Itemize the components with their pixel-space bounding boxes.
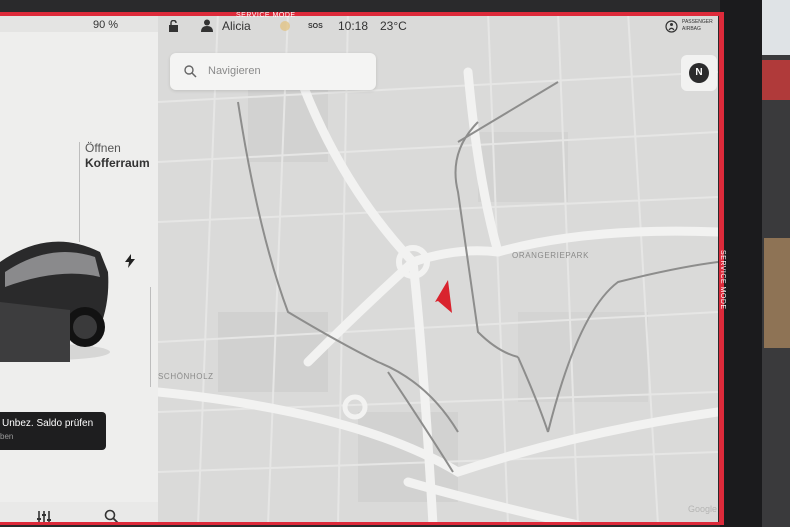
map-label-orangeriepark: ORANGERIEPARK: [512, 251, 589, 260]
passenger-airbag-icon: [665, 20, 678, 33]
airbag-line1: PASSENGER: [682, 19, 713, 25]
touchscreen: ORANGERIEPARK SCHÖNHOLZ Google Öffnen Ko…: [0, 12, 718, 525]
clock: 10:18: [338, 19, 369, 33]
battery-percentage: 90 %: [93, 19, 119, 31]
service-mode-label-right: SERVICE MODE: [719, 250, 726, 310]
airbag-line2: AIRBAG: [682, 26, 701, 32]
compass-button[interactable]: N: [681, 55, 717, 91]
north-up-icon: N: [689, 63, 709, 83]
controls-sliders-icon[interactable]: [36, 510, 52, 524]
driver-profile-name[interactable]: Alicia: [222, 19, 251, 33]
service-mode-label-top: SERVICE MODE: [236, 12, 296, 19]
search-icon[interactable]: [104, 509, 119, 524]
app-tray: [0, 502, 158, 525]
window-light: [762, 0, 790, 55]
notification-subtitle: ben: [0, 432, 14, 441]
person-icon[interactable]: [201, 19, 213, 32]
trunk-label[interactable]: Kofferraum: [85, 156, 150, 170]
outside-temperature: 23°C: [380, 19, 407, 33]
trunk-indicator-line: [79, 142, 80, 242]
dashboard-trim: [764, 238, 790, 348]
exterior-red-object: [762, 60, 790, 100]
balance-notification[interactable]: Unbez. Saldo prüfen ben: [0, 412, 106, 450]
lightning-icon[interactable]: [124, 254, 136, 268]
screen-bezel: [720, 0, 762, 527]
google-watermark: Google: [688, 504, 717, 514]
search-icon: [184, 65, 197, 78]
car-model-image: [0, 241, 110, 362]
vehicle-panel: Öffnen Kofferraum: [0, 32, 158, 525]
homelink-icon[interactable]: [280, 21, 290, 31]
map-label-schoenholz: SCHÖNHOLZ: [158, 372, 214, 381]
lock-open-icon[interactable]: [168, 20, 179, 32]
sos-button[interactable]: SOS: [308, 23, 323, 30]
search-placeholder: Navigieren: [208, 65, 261, 77]
frunk-indicator-line: [150, 287, 151, 387]
navigation-search-input[interactable]: Navigieren: [170, 53, 376, 90]
trunk-open-action[interactable]: Öffnen: [85, 141, 121, 155]
notification-title: Unbez. Saldo prüfen: [2, 418, 94, 429]
status-bar: 90 % Alicia SOS 10:18 23°C PASSENGER AIR…: [0, 12, 718, 42]
